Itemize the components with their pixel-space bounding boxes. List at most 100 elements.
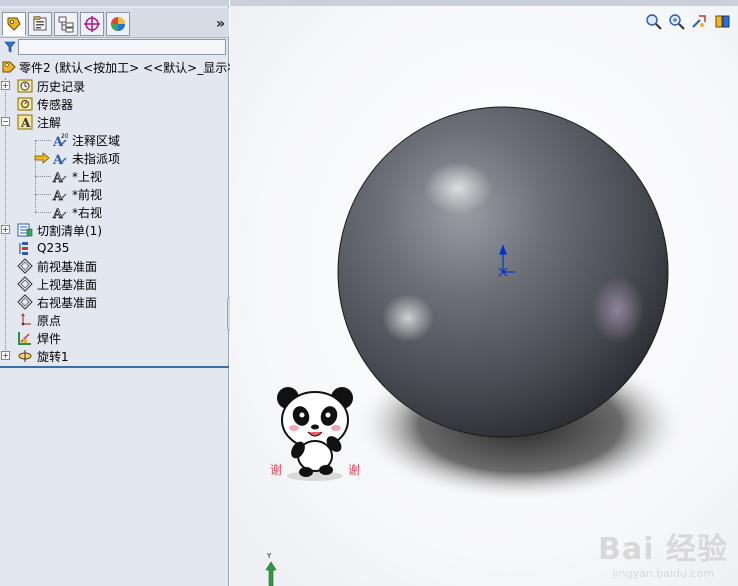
tree-item-right-view[interactable]: A *右视	[0, 203, 229, 221]
view-icon: A	[52, 186, 68, 202]
previous-view-icon[interactable]	[690, 12, 709, 31]
feature-tree-icon	[7, 17, 21, 31]
arrow-right-icon	[34, 150, 50, 166]
svg-text:A: A	[52, 189, 63, 202]
property-icon	[33, 16, 47, 31]
part-icon	[1, 59, 17, 75]
tree-item-label: 注释区域	[72, 133, 121, 148]
expand-toggle[interactable]: +	[1, 351, 10, 360]
triad-y-label: Y	[266, 552, 272, 560]
watermark-url: jingyan.baidu.com	[612, 567, 714, 580]
cut-list-icon	[17, 222, 33, 238]
tree-item-top-plane[interactable]: 上视基准面	[0, 275, 229, 293]
more-tabs-button[interactable]: »	[216, 16, 225, 32]
tree-item-label: *右视	[72, 205, 103, 220]
tree-item-material[interactable]: Q235	[0, 239, 229, 257]
tree-filter-input[interactable]	[18, 39, 226, 55]
reference-triad: Y	[265, 552, 277, 586]
svg-text:20: 20	[61, 133, 68, 140]
zoom-fit-icon[interactable]	[644, 12, 663, 31]
view-icon: A	[52, 168, 68, 184]
dimxpert-icon	[84, 16, 100, 32]
feature-manager-panel: » 零件2 (默认<按加工> <<默认>_显示状 + 历史记录 传感器 − A …	[0, 0, 239, 586]
model-scene	[230, 6, 738, 586]
tree-filter-bar	[0, 38, 229, 56]
tree-item-label: 原点	[37, 313, 62, 328]
tree-item-revolve[interactable]: + 旋转1	[0, 347, 229, 365]
tree-item-top-view[interactable]: A *上视	[0, 167, 229, 185]
tree-item-label: 未指派项	[72, 151, 121, 166]
panda-text-left: 谢	[270, 462, 282, 477]
tree-item-label: *前视	[72, 187, 103, 202]
svg-text:A: A	[52, 171, 63, 184]
sphere-highlight-top	[424, 162, 492, 214]
tree-item-label: *上视	[72, 169, 103, 184]
annotation-icon: A	[17, 114, 33, 130]
plane-icon	[17, 276, 33, 292]
tree-item-history[interactable]: + 历史记录	[0, 77, 229, 95]
section-view-icon[interactable]	[713, 12, 732, 31]
collapse-toggle[interactable]: −	[1, 117, 10, 126]
watermark-logo: Bai 经验	[598, 532, 728, 567]
tree-branch-line	[35, 140, 51, 141]
tree-item-label: 切割清单(1)	[37, 223, 102, 238]
graphics-area[interactable]: 谢 谢 Y Bai 经验 jingyan.baidu.com	[230, 0, 738, 586]
panel-top-strip	[0, 0, 229, 6]
filter-icon[interactable]	[4, 41, 16, 53]
rollback-bar[interactable]	[0, 366, 229, 368]
configuration-icon	[58, 16, 74, 33]
tree-item-weldment[interactable]: 焊件	[0, 329, 229, 347]
display-manager-icon	[111, 17, 125, 31]
tree-item-cut-list[interactable]: + 切割清单(1)	[0, 221, 229, 239]
weldment-icon	[17, 330, 33, 346]
display-manager-tab[interactable]	[106, 12, 130, 36]
unassigned-icon: A	[52, 150, 68, 166]
tree-item-label: 旋转1	[37, 349, 69, 364]
dimxpert-manager-tab[interactable]	[80, 12, 104, 36]
tree-item-notes-area[interactable]: A 20 注释区域	[0, 131, 229, 149]
tree-branch-line	[35, 194, 51, 195]
tree-item-front-view[interactable]: A *前视	[0, 185, 229, 203]
feature-manager-tab[interactable]	[2, 12, 26, 36]
tree-branch-line	[35, 176, 51, 177]
heads-up-view-toolbar	[644, 12, 732, 31]
tree-item-label: 传感器	[37, 97, 74, 112]
tree-item-sensors[interactable]: 传感器	[0, 95, 229, 113]
plane-icon	[17, 294, 33, 310]
expand-toggle[interactable]: +	[1, 225, 10, 234]
sphere-highlight-left	[382, 294, 434, 342]
tree-item-origin[interactable]: 原点	[0, 311, 229, 329]
material-icon	[17, 240, 33, 256]
tree-item-label: 焊件	[37, 331, 62, 346]
panda-text-right: 谢	[348, 462, 360, 477]
sensor-icon	[17, 96, 33, 112]
manager-tab-strip: »	[0, 8, 229, 38]
svg-text:A: A	[52, 153, 64, 166]
tree-root-part[interactable]: 零件2 (默认<按加工> <<默认>_显示状	[0, 58, 239, 76]
sphere-highlight-right	[592, 276, 644, 344]
property-manager-tab[interactable]	[28, 12, 52, 36]
configuration-manager-tab[interactable]	[54, 12, 78, 36]
tree-item-label: 上视基准面	[37, 277, 98, 292]
tree-item-label: 右视基准面	[37, 295, 98, 310]
tree-item-label: 前视基准面	[37, 259, 98, 274]
expand-toggle[interactable]: +	[1, 81, 10, 90]
history-icon	[17, 78, 33, 94]
plane-icon	[17, 258, 33, 274]
tree-item-label: Q235	[37, 241, 70, 255]
tree-item-front-plane[interactable]: 前视基准面	[0, 257, 229, 275]
svg-text:A: A	[52, 207, 63, 220]
svg-text:A: A	[20, 116, 31, 130]
notes-area-icon: A 20	[52, 132, 68, 148]
revolve-icon	[17, 348, 33, 364]
origin-icon	[17, 312, 33, 328]
zoom-area-icon[interactable]	[667, 12, 686, 31]
tree-branch-line	[35, 212, 51, 213]
panda-sticker: 谢 谢	[270, 387, 360, 481]
tree-root-label: 零件2 (默认<按加工> <<默认>_显示状	[19, 60, 240, 75]
tree-item-label: 历史记录	[37, 79, 86, 94]
tree-item-right-plane[interactable]: 右视基准面	[0, 293, 229, 311]
tree-item-unassigned[interactable]: A 未指派项	[0, 149, 229, 167]
tree-item-annotations[interactable]: − A 注解	[0, 113, 229, 131]
view-icon: A	[52, 204, 68, 220]
